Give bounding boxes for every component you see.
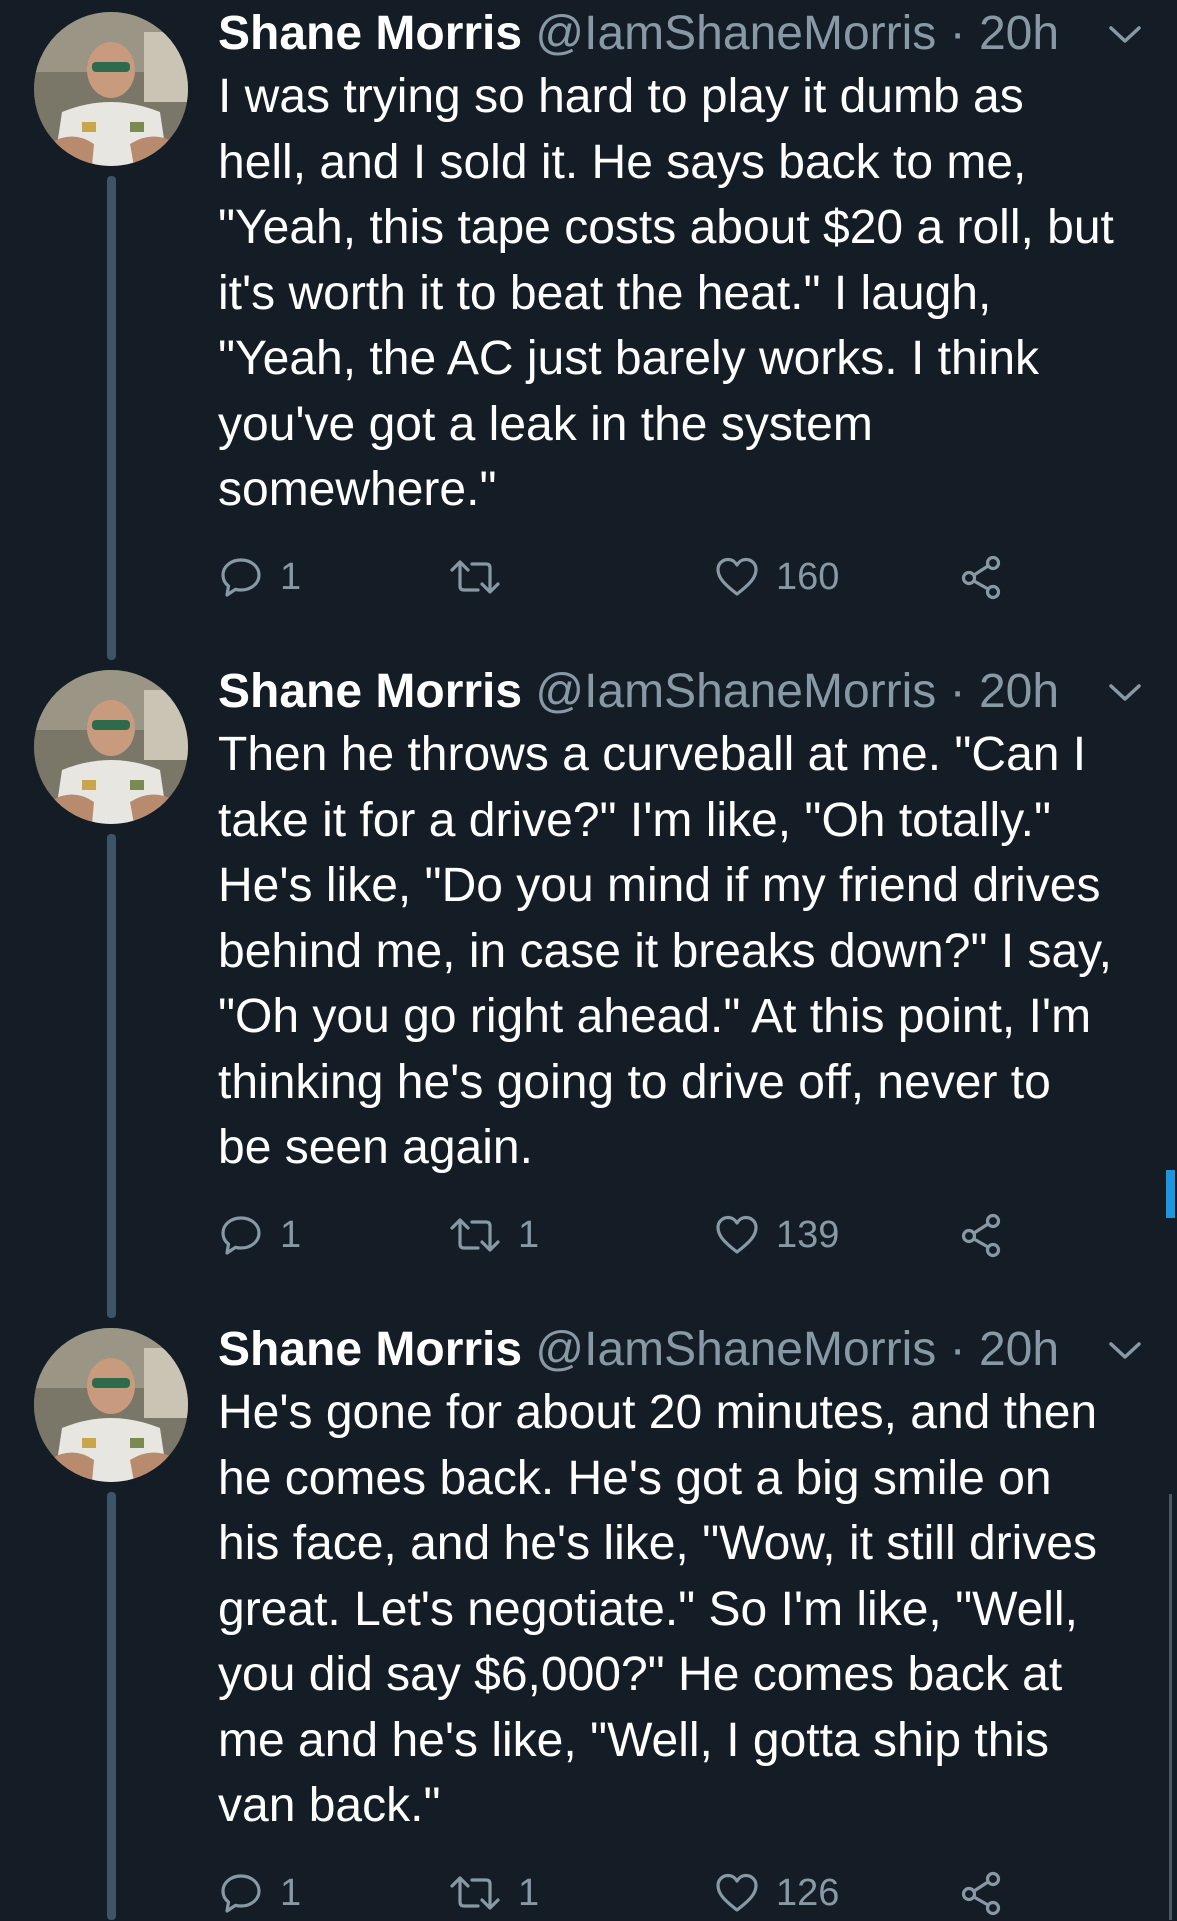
like-count: 139 [776,1213,840,1256]
tweet-text: I was trying so hard to play it dumb as … [218,64,1158,523]
chevron-down-icon[interactable] [1108,24,1142,46]
tweet-header: Shane Morris @IamShaneMorris · 20h [218,1320,1059,1380]
avatar[interactable] [34,1328,188,1482]
tweet-text-line: "Oh you go right ahead." At this point, … [218,990,1092,1043]
author-handle[interactable]: @IamShaneMorris [535,7,936,60]
retweet-button[interactable] [448,549,518,605]
reply-icon [218,1212,264,1258]
tweet-text-line: me and he's like, "Well, I gotta ship th… [218,1713,1050,1767]
thread-connector-line [107,834,116,1318]
heart-icon [714,554,760,600]
tweet-text-line: be seen again. [218,1121,533,1174]
tweet-text-line: "Yeah, the AC just barely works. I think [218,332,1040,385]
thread-connector-line [107,176,116,660]
tweet-text: He's gone for about 20 minutes, and then… [218,1380,1158,1839]
avatar[interactable] [34,670,188,824]
author-name[interactable]: Shane Morris [218,665,522,718]
retweet-icon [448,1212,502,1258]
tweet-text-line: it's worth it to beat the heat." I laugh… [218,266,992,320]
tweet-text-line: I was trying so hard to play it dumb as [218,70,1024,123]
chevron-down-icon[interactable] [1108,682,1142,704]
retweet-icon [448,1870,502,1916]
tweet-text-line: "Yeah, this tape costs about $20 a roll,… [218,201,1114,254]
panel-edge-divider [1169,1494,1172,1920]
avatar[interactable] [34,12,188,166]
like-button[interactable]: 160 [714,549,839,605]
like-count: 160 [776,555,840,598]
tweet-thread: Shane Morris @IamShaneMorris · 20h I was… [0,0,1177,1920]
separator: · [949,1323,966,1376]
tweet-actions: 1 160 [218,549,1038,605]
chevron-down-icon[interactable] [1108,1340,1142,1362]
reply-icon [218,554,264,600]
retweet-icon [448,554,502,600]
tweet-text-line: behind me, in case it breaks down?" I sa… [218,924,1112,978]
tweet-text-line: take it for a drive?" I'm like, "Oh tota… [218,793,1052,847]
like-button[interactable]: 126 [714,1865,839,1921]
tweet-text-line: thinking he's going to drive off, never … [218,1055,1051,1109]
tweet-text-line: somewhere." [218,463,497,516]
reply-button[interactable]: 1 [218,549,301,605]
retweet-button[interactable]: 1 [448,1865,539,1921]
retweet-count: 1 [518,1213,540,1256]
like-count: 126 [776,1871,840,1914]
tweet-text: Then he throws a curveball at me. "Can I… [218,722,1158,1181]
separator: · [949,7,966,60]
reply-icon [218,1870,264,1916]
tweet-text-line: van back." [218,1779,441,1832]
reply-count: 1 [280,1213,302,1256]
separator: · [949,665,966,718]
reply-button[interactable]: 1 [218,1207,301,1263]
tweet-actions: 1 1 139 [218,1207,1038,1263]
share-button[interactable] [958,1865,1004,1921]
timestamp[interactable]: 20h [979,665,1059,718]
tweet-text-line: great. Let's negotiate." So I'm like, "W… [218,1582,1078,1636]
heart-icon [714,1212,760,1258]
like-button[interactable]: 139 [714,1207,839,1263]
reply-count: 1 [280,555,302,598]
tweet-text-line: Then he throws a curveball at me. "Can I [218,728,1087,781]
author-handle[interactable]: @IamShaneMorris [535,1323,936,1376]
tweet-text-line: you've got a leak in the system [218,397,873,451]
author-handle[interactable]: @IamShaneMorris [535,665,936,718]
scrollbar-indicator[interactable] [1166,1170,1175,1218]
tweet-text-line: hell, and I sold it. He says back to me, [218,135,1027,189]
author-name[interactable]: Shane Morris [218,1323,522,1376]
tweet-actions: 1 1 126 [218,1865,1038,1921]
tweet-header: Shane Morris @IamShaneMorris · 20h [218,4,1059,64]
share-icon [958,1870,1004,1916]
timestamp[interactable]: 20h [979,1323,1059,1376]
reply-button[interactable]: 1 [218,1865,301,1921]
tweet-header: Shane Morris @IamShaneMorris · 20h [218,662,1059,722]
tweet-text-line: he comes back. He's got a big smile on [218,1451,1052,1505]
share-icon [958,1212,1004,1258]
share-icon [958,554,1004,600]
share-button[interactable] [958,549,1004,605]
author-name[interactable]: Shane Morris [218,7,522,60]
tweet-text-line: his face, and he's like, "Wow, it still … [218,1517,1097,1570]
tweet-text-line: you did say $6,000?" He comes back at [218,1648,1063,1701]
tweet-text-line: He's like, "Do you mind if my friend dri… [218,859,1101,912]
retweet-button[interactable]: 1 [448,1207,539,1263]
reply-count: 1 [280,1871,302,1914]
tweet-text-line: He's gone for about 20 minutes, and then [218,1386,1098,1439]
share-button[interactable] [958,1207,1004,1263]
heart-icon [714,1870,760,1916]
retweet-count: 1 [518,1871,540,1914]
timestamp[interactable]: 20h [979,7,1059,60]
thread-connector-line [107,1492,116,1920]
